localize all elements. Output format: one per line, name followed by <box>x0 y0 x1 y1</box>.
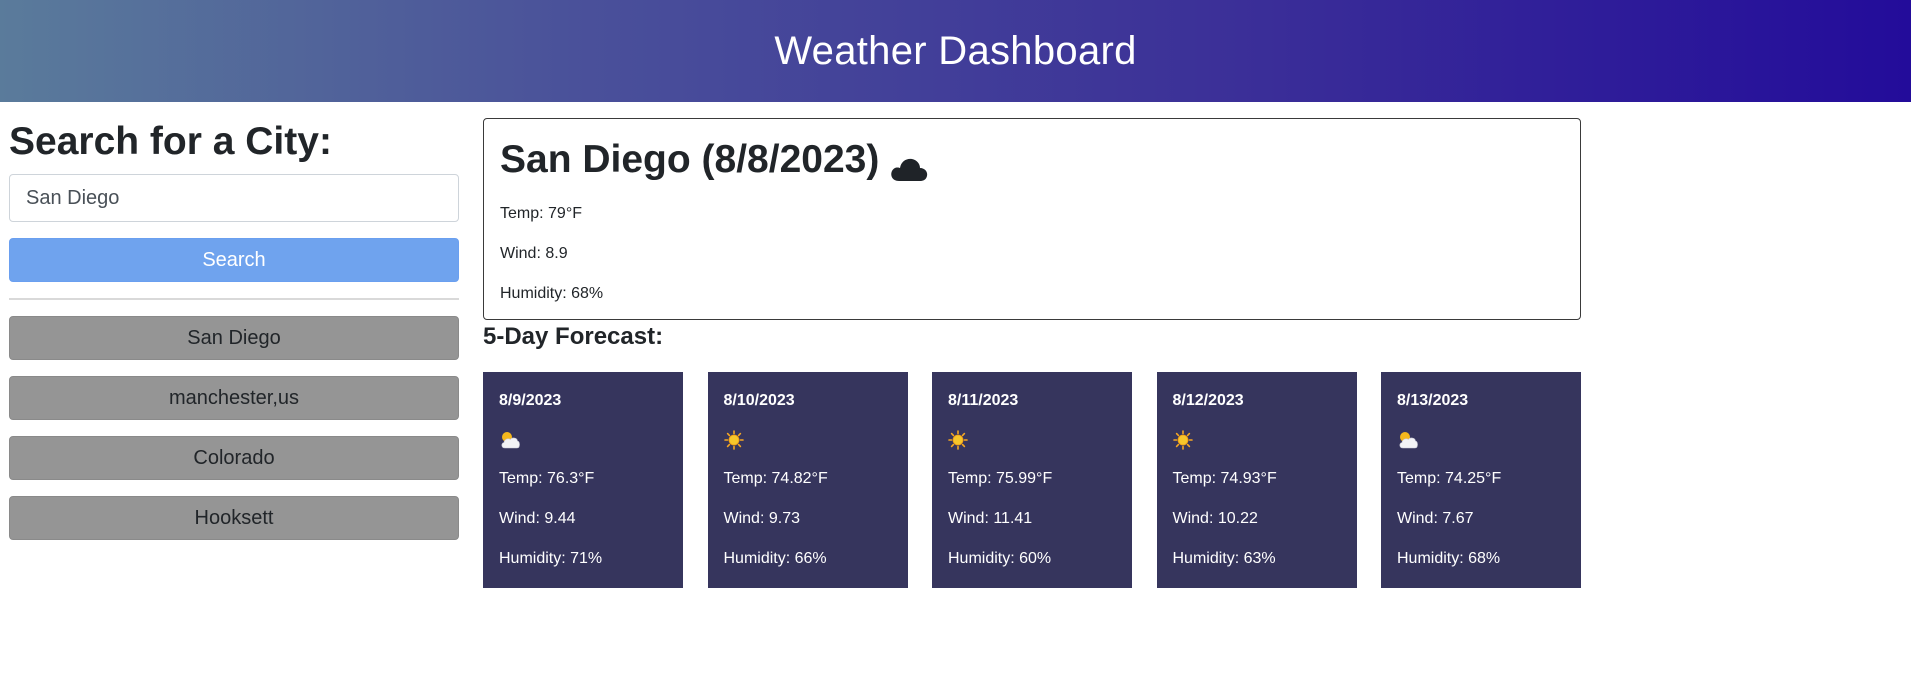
forecast-heading: 5-Day Forecast: <box>483 323 664 350</box>
city-search-input[interactable] <box>9 174 459 222</box>
forecast-temp: Temp: 74.93°F <box>1172 470 1277 487</box>
cloud-icon <box>889 147 929 181</box>
sun-icon <box>948 429 1116 451</box>
forecast-date: 8/9/2023 <box>499 392 562 409</box>
forecast-humidity: Humidity: 71% <box>499 550 603 567</box>
forecast-date: 8/12/2023 <box>1172 392 1244 409</box>
current-weather-title: San Diego (8/8/2023) <box>500 137 1564 183</box>
sidebar-divider <box>9 298 459 300</box>
forecast-humidity: Humidity: 63% <box>1172 550 1276 567</box>
forecast-temp: Temp: 75.99°F <box>948 470 1053 487</box>
forecast-wind: Wind: 7.67 <box>1397 510 1474 527</box>
search-button[interactable]: Search <box>9 238 459 282</box>
forecast-wind: Wind: 11.41 <box>948 510 1033 527</box>
forecast-card: 8/9/2023 Temp: 76.3°F Wind: 9.44 Humidit… <box>483 372 683 588</box>
forecast-date: 8/10/2023 <box>723 392 795 409</box>
forecast-wind: Wind: 9.44 <box>499 510 576 527</box>
search-sidebar: Search for a City: Search San Diego manc… <box>9 118 459 556</box>
current-wind: Wind: 8.9 <box>500 245 568 262</box>
page-header: Weather Dashboard <box>0 0 1911 102</box>
forecast-humidity: Humidity: 66% <box>723 550 827 567</box>
forecast-wind: Wind: 9.73 <box>723 510 800 527</box>
history-item-button[interactable]: Colorado <box>9 436 459 480</box>
current-temp: Temp: 79°F <box>500 205 582 222</box>
forecast-temp: Temp: 76.3°F <box>499 470 595 487</box>
partly-cloudy-icon <box>1397 429 1565 451</box>
history-item-button[interactable]: San Diego <box>9 316 459 360</box>
forecast-card: 8/10/2023 Temp: 74.82°F Wind: 9.73 Humid… <box>707 372 908 588</box>
current-weather-card: San Diego (8/8/2023) Temp: 79°F Wind: 8.… <box>483 118 1581 320</box>
forecast-temp: Temp: 74.82°F <box>723 470 828 487</box>
forecast-temp: Temp: 74.25°F <box>1397 470 1502 487</box>
forecast-wind: Wind: 10.22 <box>1172 510 1258 527</box>
search-history-list: San Diego manchester,us Colorado Hookset… <box>9 316 459 540</box>
forecast-card: 8/13/2023 Temp: 74.25°F Wind: 7.67 Humid… <box>1381 372 1581 588</box>
forecast-date: 8/13/2023 <box>1397 392 1469 409</box>
sun-icon <box>723 429 892 451</box>
forecast-humidity: Humidity: 60% <box>948 550 1052 567</box>
current-humidity: Humidity: 68% <box>500 285 604 302</box>
history-item-button[interactable]: manchester,us <box>9 376 459 420</box>
forecast-list: 8/9/2023 Temp: 76.3°F Wind: 9.44 Humidit… <box>483 372 1581 588</box>
forecast-humidity: Humidity: 68% <box>1397 550 1501 567</box>
sun-icon <box>1172 429 1341 451</box>
current-city-date: San Diego (8/8/2023) <box>500 138 880 181</box>
search-heading: Search for a City: <box>9 120 332 163</box>
page-title: Weather Dashboard <box>774 28 1137 73</box>
history-item-button[interactable]: Hooksett <box>9 496 459 540</box>
forecast-date: 8/11/2023 <box>948 392 1019 409</box>
forecast-card: 8/12/2023 Temp: 74.93°F Wind: 10.22 Humi… <box>1156 372 1357 588</box>
partly-cloudy-icon <box>499 429 667 451</box>
forecast-card: 8/11/2023 Temp: 75.99°F Wind: 11.41 Humi… <box>932 372 1132 588</box>
